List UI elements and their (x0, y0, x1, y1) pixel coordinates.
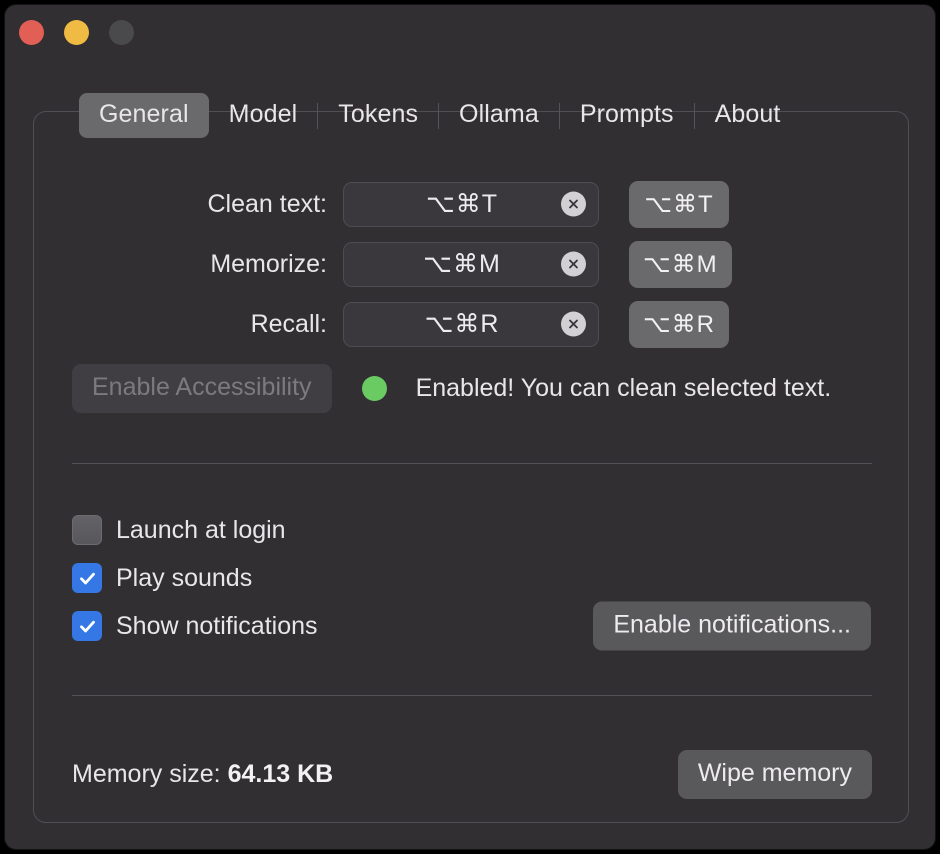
memory-size-label: Memory size: (72, 760, 221, 788)
shortcut-value-recall: ⌥⌘R (424, 310, 500, 338)
shortcut-label-memorize: Memorize: (210, 249, 327, 278)
tab-about[interactable]: About (695, 93, 801, 138)
tab-general[interactable]: General (79, 93, 209, 138)
checkbox-label-play-sounds: Play sounds (116, 563, 253, 592)
zoom-button-icon (109, 20, 134, 45)
options-section: Launch at login Play sounds Show notific… (72, 506, 872, 651)
tab-bar: General Model Tokens Ollama Prompts Abou… (79, 93, 800, 138)
tab-model-label: Model (228, 100, 298, 128)
tab-model[interactable]: Model (209, 93, 318, 138)
shortcut-section: Clean text: ⌥⌘T ⌥⌘T Memorize: ⌥⌘M ⌥⌘M Re… (34, 174, 908, 354)
checkbox-row-play-sounds: Play sounds (72, 554, 872, 602)
checkbox-show-notifications[interactable] (72, 611, 102, 641)
wipe-memory-label: Wipe memory (697, 759, 852, 787)
shortcut-key-button-memorize[interactable]: ⌥⌘M (629, 240, 732, 288)
checkbox-launch-at-login[interactable] (72, 515, 102, 545)
memory-size-text: Memory size: 64.13 KB (72, 760, 333, 789)
checkbox-label-show-notifications: Show notifications (116, 611, 318, 640)
accessibility-status-text: Enabled! You can clean selected text. (415, 374, 832, 402)
clear-circle-icon[interactable] (561, 311, 586, 337)
divider-bottom (72, 695, 872, 696)
wipe-memory-button[interactable]: Wipe memory (677, 750, 872, 799)
shortcut-key-label-memorize: ⌥⌘M (643, 250, 718, 278)
enable-accessibility-button[interactable]: Enable Accessibility (72, 364, 332, 413)
shortcut-recorder-clean-text[interactable]: ⌥⌘T (343, 181, 599, 227)
minimize-button-icon[interactable] (64, 20, 89, 45)
enable-accessibility-label: Enable Accessibility (92, 373, 312, 401)
clear-circle-icon[interactable] (561, 191, 586, 217)
titlebar (5, 5, 935, 63)
general-pane: Clean text: ⌥⌘T ⌥⌘T Memorize: ⌥⌘M ⌥⌘M Re… (33, 111, 909, 823)
shortcut-recorder-recall[interactable]: ⌥⌘R (343, 301, 599, 347)
shortcut-value-memorize: ⌥⌘M (423, 250, 501, 278)
tab-prompts[interactable]: Prompts (560, 93, 694, 138)
accessibility-row: Enable Accessibility Enabled! You can cl… (72, 364, 831, 413)
shortcut-key-label-clean-text: ⌥⌘T (644, 190, 714, 218)
checkbox-row-launch-at-login: Launch at login (72, 506, 872, 554)
tab-about-label: About (714, 100, 781, 128)
close-button-icon[interactable] (19, 20, 44, 45)
tab-prompts-label: Prompts (579, 100, 674, 128)
enable-notifications-button[interactable]: Enable notifications... (593, 601, 871, 651)
settings-window: General Model Tokens Ollama Prompts Abou… (4, 4, 936, 850)
checkbox-label-launch-at-login: Launch at login (116, 515, 286, 544)
shortcut-key-label-recall: ⌥⌘R (643, 310, 715, 338)
shortcut-recorder-memorize[interactable]: ⌥⌘M (343, 241, 599, 287)
shortcut-label-recall: Recall: (250, 309, 327, 338)
memory-row: Memory size: 64.13 KB Wipe memory (72, 750, 872, 799)
clear-circle-icon[interactable] (561, 251, 586, 277)
tab-ollama-label: Ollama (459, 100, 539, 128)
shortcut-value-clean-text: ⌥⌘T (425, 190, 499, 218)
memory-size-value: 64.13 KB (227, 760, 334, 788)
checkmark-icon (79, 572, 95, 584)
shortcut-row-recall: Recall: ⌥⌘R ⌥⌘R (34, 294, 908, 354)
tab-tokens-label: Tokens (338, 100, 419, 128)
shortcut-row-clean-text: Clean text: ⌥⌘T ⌥⌘T (34, 174, 908, 234)
checkbox-play-sounds[interactable] (72, 563, 102, 593)
tab-ollama[interactable]: Ollama (439, 93, 559, 138)
shortcut-row-memorize: Memorize: ⌥⌘M ⌥⌘M (34, 234, 908, 294)
accessibility-status-dot-icon (361, 376, 387, 401)
divider-top (72, 463, 872, 464)
tab-general-label: General (99, 100, 189, 128)
traffic-light-controls (19, 20, 134, 45)
tab-tokens[interactable]: Tokens (318, 93, 438, 138)
shortcut-key-button-clean-text[interactable]: ⌥⌘T (629, 180, 729, 228)
enable-notifications-label: Enable notifications... (613, 610, 851, 639)
shortcut-label-clean-text: Clean text: (207, 189, 327, 218)
shortcut-key-button-recall[interactable]: ⌥⌘R (629, 300, 729, 348)
checkmark-icon (79, 620, 95, 632)
checkbox-row-show-notifications: Show notifications Enable notifications.… (72, 601, 872, 651)
